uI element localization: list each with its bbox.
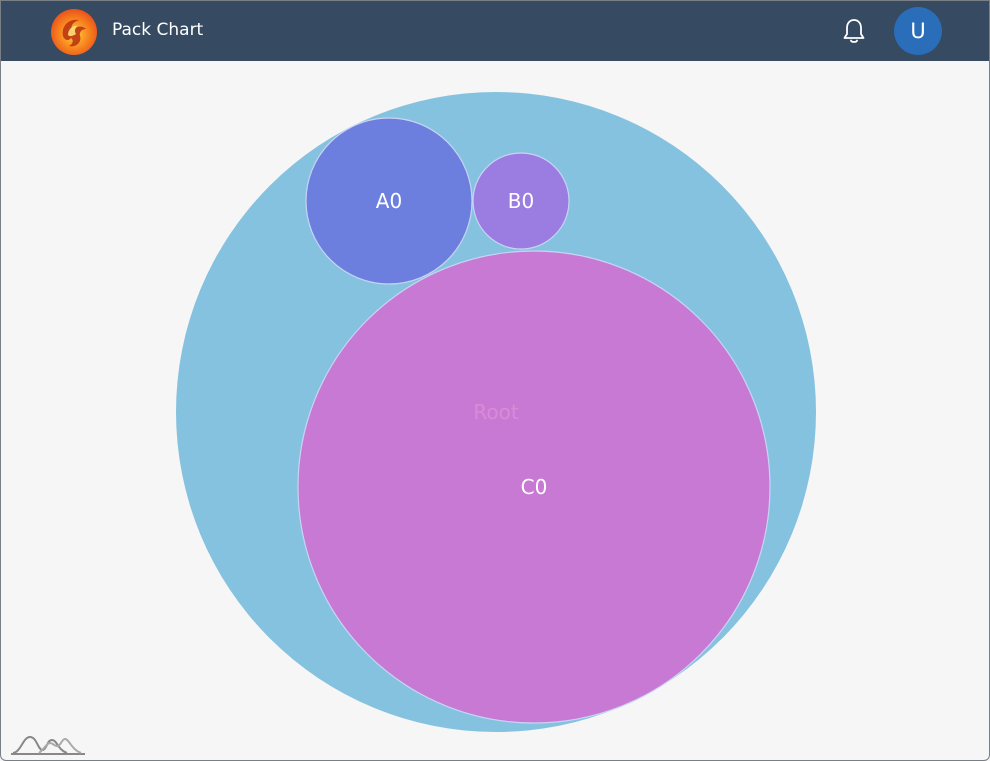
user-avatar[interactable]: U — [894, 7, 942, 55]
pack-label-root: Root — [473, 400, 518, 424]
bell-icon[interactable] — [841, 17, 867, 45]
pack-label-a0: A0 — [376, 189, 402, 213]
top-bar: Pack Chart U — [1, 1, 989, 61]
pack-label-b0: B0 — [508, 189, 534, 213]
app-title: Pack Chart — [112, 20, 204, 40]
phoenix-logo-icon — [51, 9, 97, 55]
pack-chart: Root A0 B0 C0 — [176, 92, 816, 732]
pack-label-c0: C0 — [521, 475, 548, 499]
amcharts-logo-icon[interactable] — [9, 728, 89, 760]
app-window: Pack Chart U Root A0 B0 C0 — [0, 0, 990, 761]
